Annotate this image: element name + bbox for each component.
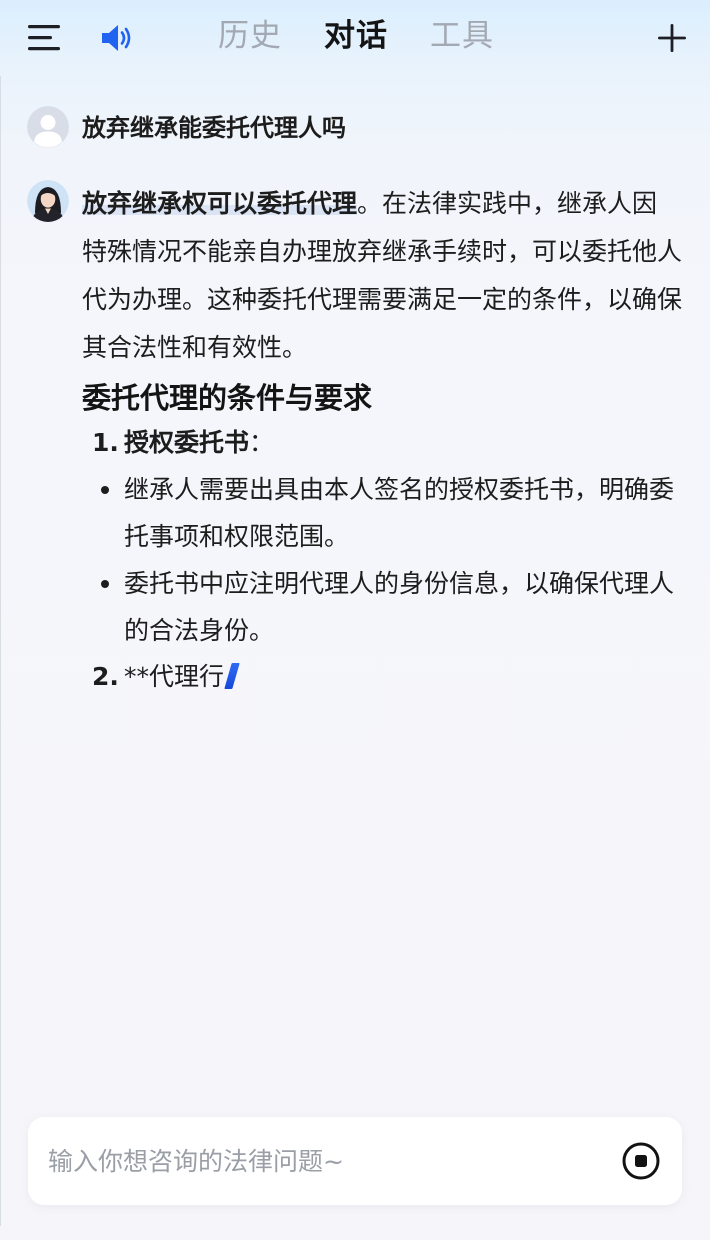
stop-generation-button[interactable] <box>621 1141 661 1181</box>
typing-cursor-icon <box>224 663 240 689</box>
tab-tools[interactable]: 工具 <box>430 16 494 56</box>
tab-bar: 历史 对话 工具 <box>0 0 710 76</box>
answer-content: 放弃继承权可以委托代理。在法律实践中，继承人因特殊情况不能亲自办理放弃继承手续时… <box>82 180 682 700</box>
tab-history[interactable]: 历史 <box>218 16 282 56</box>
ordered-item-number: 2. <box>92 662 119 691</box>
question-input[interactable] <box>48 1139 588 1183</box>
bullet-dot-icon <box>101 486 109 494</box>
list-item: 继承人需要出具由本人签名的授权委托书，明确委托事项和权限范围。 <box>82 466 682 560</box>
user-message: 放弃继承能委托代理人吗 <box>27 106 687 150</box>
list-item: 委托书中应注明代理人的身份信息，以确保代理人的合法身份。 <box>82 560 682 654</box>
list-item-text: 委托书中应注明代理人的身份信息，以确保代理人的合法身份。 <box>124 569 675 645</box>
section-title: 委托代理的条件与要求 <box>82 381 373 415</box>
ordered-item-label: 授权委托书 <box>124 428 250 457</box>
bullet-dot-icon <box>101 580 109 588</box>
chat-app: 历史 对话 工具 放弃继承能委托代理人吗 放弃继承权可以委托代理。在法律实践中，… <box>0 0 710 1240</box>
user-avatar-icon <box>27 106 69 148</box>
tab-chat[interactable]: 对话 <box>324 16 388 56</box>
ordered-item-1: 1. 授权委托书： <box>82 420 682 466</box>
ordered-item-text: **代理行 <box>124 662 225 691</box>
ordered-item-number: 1. <box>92 428 119 457</box>
panel-edge <box>0 76 1 1226</box>
top-bar: 历史 对话 工具 <box>0 0 710 76</box>
assistant-avatar-icon <box>27 180 69 222</box>
answer-highlight: 放弃继承权可以委托代理 <box>82 189 358 218</box>
ordered-item-2: 2. **代理行 <box>82 654 682 700</box>
ordered-item-suffix: ： <box>249 428 275 457</box>
user-question-text: 放弃继承能委托代理人吗 <box>82 114 346 142</box>
plus-icon[interactable] <box>656 22 688 54</box>
list-item-text: 继承人需要出具由本人签名的授权委托书，明确委托事项和权限范围。 <box>124 475 675 551</box>
input-bar <box>28 1117 682 1205</box>
answer-intro: 放弃继承权可以委托代理。在法律实践中，继承人因特殊情况不能亲自办理放弃继承手续时… <box>82 180 682 372</box>
bullet-list: 继承人需要出具由本人签名的授权委托书，明确委托事项和权限范围。 委托书中应注明代… <box>82 466 682 654</box>
